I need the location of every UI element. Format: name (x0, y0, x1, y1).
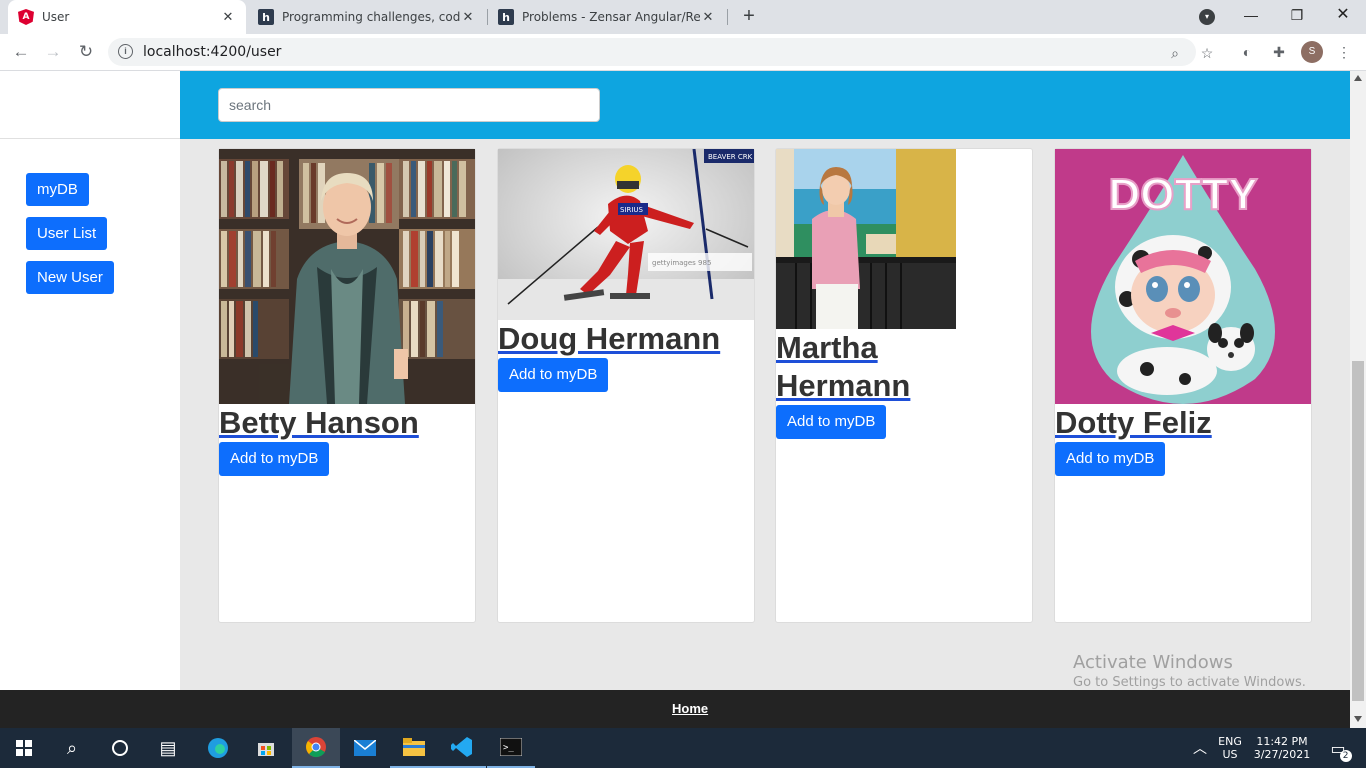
watermark-title: Activate Windows (1073, 652, 1233, 673)
browser-tab-user[interactable]: A User ✕ (8, 0, 246, 34)
user-name[interactable]: Dotty Feliz (1055, 404, 1212, 442)
close-tab-icon[interactable]: ✕ (700, 10, 716, 25)
terminal-icon[interactable]: >_ (487, 728, 535, 768)
close-window-icon[interactable]: ✕ (1320, 0, 1366, 30)
clock[interactable]: 11:42 PM 3/27/2021 (1250, 728, 1314, 768)
browser-tab-problems[interactable]: h Problems - Zensar Angular/React ✕ (488, 0, 726, 34)
store-icon[interactable] (242, 728, 290, 768)
windows-taskbar: ⌕ ▤ >_ ︿ ENG US 11:42 PM 3/27/2021 ▭ 2 (0, 728, 1366, 768)
clock-time: 11:42 PM (1256, 735, 1308, 748)
user-card: DOTTY Dotty Feliz Add to myDB (1054, 148, 1312, 623)
back-icon[interactable]: ← (9, 40, 33, 64)
browser-tab-strip: A User ✕ h Programming challenges, codin… (0, 0, 1366, 34)
clock-date: 3/27/2021 (1253, 748, 1311, 761)
tab-divider (727, 9, 728, 25)
task-view-icon[interactable]: ▤ (144, 728, 192, 768)
user-list-button[interactable]: User List (26, 217, 108, 250)
forward-icon[interactable]: → (41, 40, 65, 64)
tab-search-icon[interactable]: ▾ (1199, 9, 1215, 25)
add-to-mydb-button[interactable]: Add to myDB (219, 442, 330, 476)
scroll-down-icon[interactable] (1354, 716, 1362, 722)
h-icon: h (258, 9, 274, 25)
sidebar-header (0, 71, 180, 139)
windows-start-icon[interactable] (0, 728, 48, 768)
tab-title: Problems - Zensar Angular/React (522, 10, 700, 24)
search-input[interactable] (218, 88, 600, 122)
page-scrollbar[interactable] (1350, 71, 1366, 728)
h-icon: h (498, 9, 514, 25)
tab-title: User (42, 10, 70, 24)
user-photo (776, 149, 956, 329)
close-tab-icon[interactable]: ✕ (460, 10, 476, 25)
tab-title: Programming challenges, coding (282, 10, 460, 24)
page-viewport: myDB User List New User search Betty Han… (0, 71, 1350, 690)
extensions-puzzle-icon[interactable]: ✚ (1269, 42, 1289, 62)
browser-toolbar: ← → ↻ i localhost:4200/user ⌕ ☆ ◐ ✚ S ⋮ (0, 34, 1366, 71)
extension-circle-icon[interactable]: ◐ (1237, 42, 1257, 62)
home-link[interactable]: Home (672, 701, 708, 716)
svg-text:SIRIUS: SIRIUS (620, 206, 644, 214)
bookmark-star-icon[interactable]: ☆ (1198, 44, 1216, 62)
restore-icon[interactable]: ❐ (1274, 0, 1320, 30)
mail-icon[interactable] (341, 728, 389, 768)
tray-chevron-icon[interactable]: ︿ (1190, 728, 1210, 768)
add-to-mydb-button[interactable]: Add to myDB (1055, 442, 1166, 476)
scroll-up-icon[interactable] (1354, 75, 1362, 81)
mydb-button[interactable]: myDB (26, 173, 89, 206)
zoom-icon[interactable]: ⌕ (1166, 44, 1184, 62)
user-card: Betty Hanson Add to myDB (218, 148, 476, 623)
new-tab-icon[interactable]: + (738, 5, 760, 29)
user-card: Martha Hermann Add to myDB (775, 148, 1033, 623)
vscode-icon[interactable] (438, 728, 486, 768)
sidebar: myDB User List New User (0, 71, 180, 690)
user-photo: BEAVER CRK SIRIUS gettyimages 985 (498, 149, 754, 320)
activate-windows-watermark: Activate Windows Go to Settings to activ… (1073, 652, 1306, 690)
notification-count: 2 (1339, 749, 1352, 762)
edge-icon[interactable] (194, 728, 242, 768)
url-text[interactable]: localhost:4200/user (143, 44, 281, 60)
new-user-button[interactable]: New User (26, 261, 114, 294)
address-bar[interactable]: i localhost:4200/user ⌕ ☆ (108, 38, 1213, 66)
user-name[interactable]: Doug Hermann (498, 320, 720, 358)
language-indicator[interactable]: ENG US (1214, 728, 1246, 768)
reload-icon[interactable]: ↻ (74, 40, 98, 64)
browser-tab-programming[interactable]: h Programming challenges, coding ✕ (248, 0, 486, 34)
cortana-icon[interactable] (96, 728, 144, 768)
chrome-icon[interactable] (292, 728, 340, 768)
page-footer: Home (0, 690, 1350, 728)
user-name[interactable]: Betty Hanson (219, 404, 419, 442)
top-header (180, 71, 1350, 139)
add-to-mydb-button[interactable]: Add to myDB (776, 405, 887, 439)
add-to-mydb-button[interactable]: Add to myDB (498, 358, 609, 392)
language-code: ENG (1218, 735, 1242, 748)
dotty-logo-text: DOTTY (1108, 170, 1257, 219)
file-explorer-icon[interactable] (390, 728, 438, 768)
watermark-subtitle: Go to Settings to activate Windows. (1073, 675, 1306, 690)
notification-center-icon[interactable]: ▭ 2 (1320, 728, 1356, 768)
search-icon[interactable]: ⌕ (48, 728, 96, 768)
user-card: BEAVER CRK SIRIUS gettyimages 985 Doug H… (497, 148, 755, 623)
user-photo: DOTTY (1055, 149, 1311, 404)
site-info-icon[interactable]: i (118, 44, 133, 59)
minimize-icon[interactable]: — (1228, 0, 1274, 30)
user-name[interactable]: Martha Hermann (776, 329, 956, 405)
angular-icon: A (18, 9, 34, 25)
svg-text:gettyimages 985: gettyimages 985 (652, 259, 711, 267)
svg-text:BEAVER CRK: BEAVER CRK (708, 153, 753, 161)
svg-text:>_: >_ (503, 743, 514, 753)
scrollbar-thumb[interactable] (1352, 361, 1364, 701)
user-photo (219, 149, 475, 404)
profile-avatar[interactable]: S (1301, 41, 1323, 63)
region-code: US (1222, 748, 1238, 761)
menu-kebab-icon[interactable]: ⋮ (1334, 42, 1354, 62)
close-tab-icon[interactable]: ✕ (220, 10, 236, 25)
